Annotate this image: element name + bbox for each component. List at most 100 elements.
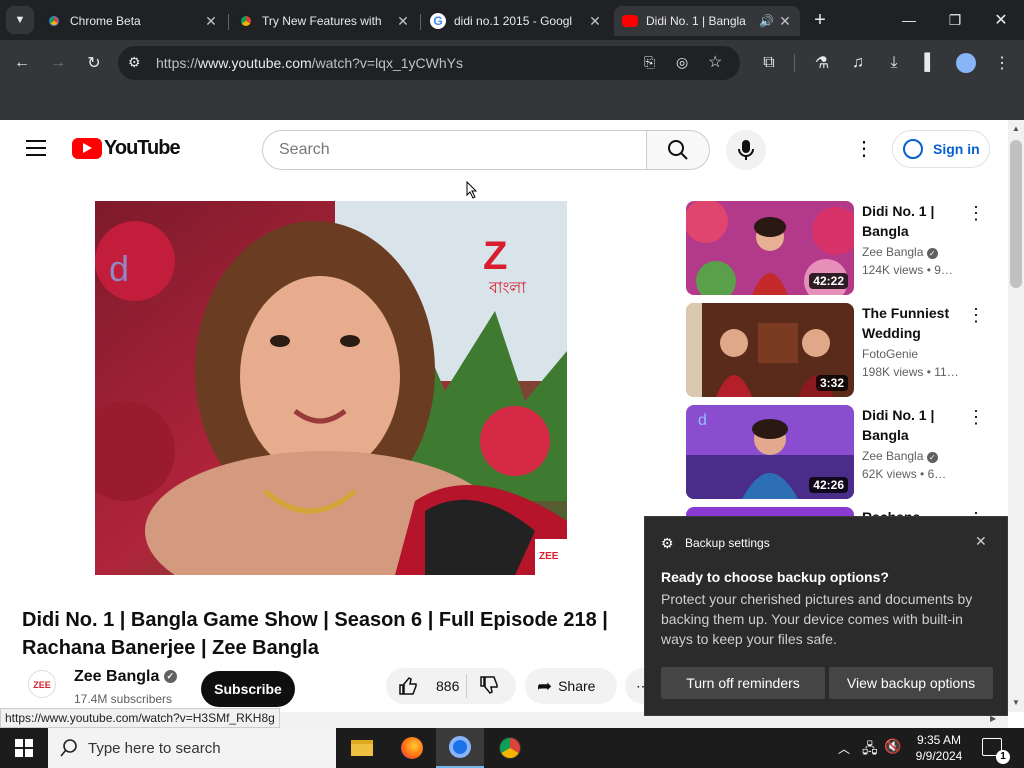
chrome-beta-taskbar-button[interactable] — [436, 728, 484, 768]
tab-title: Chrome Beta — [70, 14, 141, 28]
speaker-icon[interactable]: 🔊 — [759, 14, 774, 28]
kebab-menu-icon[interactable]: ⋮ — [966, 203, 986, 227]
sign-in-button[interactable]: Sign in — [892, 130, 990, 168]
toast-close-button[interactable]: ✕ — [975, 533, 987, 550]
recommendation-title[interactable]: The Funniest Wedding Trail… — [862, 303, 962, 343]
browser-menu-button[interactable]: ⋮ — [988, 49, 1016, 77]
dislike-button[interactable] — [467, 675, 499, 698]
minimize-button[interactable]: — — [886, 0, 932, 40]
search-icon — [60, 739, 77, 757]
firefox-button[interactable] — [388, 728, 436, 768]
site-info-icon[interactable]: ⚙ — [128, 54, 141, 71]
close-icon[interactable]: ✕ — [588, 13, 602, 30]
firefox-icon — [401, 737, 423, 759]
view-backup-options-button[interactable]: View backup options — [829, 667, 993, 699]
media-controls-button[interactable]: ♫ — [844, 49, 872, 77]
settings-kebab-button[interactable]: ⋮ — [852, 136, 876, 160]
chrome-icon — [46, 13, 62, 29]
subscribe-button[interactable]: Subscribe — [201, 671, 295, 707]
extensions-button[interactable]: ⧉ — [755, 49, 783, 77]
download-icon: ⤓ — [890, 54, 898, 71]
side-panel-button[interactable]: ▌ — [916, 49, 944, 77]
kebab-menu-icon[interactable]: ⋮ — [966, 305, 986, 329]
folder-icon — [351, 740, 373, 756]
windows-logo-icon — [15, 739, 33, 757]
browser-tab-active[interactable]: Didi No. 1 | Bangla 🔊 ✕ — [614, 6, 800, 36]
youtube-logo[interactable]: YouTube — [72, 137, 181, 160]
toast-app-name: Backup settings — [685, 536, 770, 550]
share-button[interactable]: ➦ Share — [525, 668, 617, 704]
view-count: 198K views — [862, 365, 924, 379]
close-icon[interactable]: ✕ — [204, 13, 218, 30]
recommendation-title[interactable]: Didi No. 1 | Bangla Game… — [862, 405, 962, 445]
google-icon: G — [430, 13, 446, 29]
new-tab-button[interactable]: + — [806, 6, 834, 34]
browser-tab[interactable]: Chrome Beta ✕ — [38, 6, 226, 36]
chrome-beta-icon — [449, 736, 471, 758]
eye-off-icon[interactable]: ◎ — [676, 54, 688, 71]
video-player[interactable]: Z বাংলা d ZEE — [95, 201, 567, 575]
volume-muted-icon[interactable]: 🔇 — [884, 738, 901, 755]
restore-button[interactable]: ❐ — [932, 0, 978, 40]
forward-button[interactable]: → — [44, 49, 72, 77]
channel-name[interactable]: Zee Bangla ✓ — [74, 668, 177, 686]
scroll-up-icon[interactable]: ▲ — [1012, 124, 1020, 133]
close-icon[interactable]: ✕ — [396, 13, 410, 30]
browser-tab[interactable]: G didi no.1 2015 - Googl ✕ — [422, 6, 610, 36]
install-app-icon[interactable]: ⎘ — [644, 54, 655, 71]
back-button[interactable]: ← — [8, 49, 36, 77]
recommendation-thumbnail[interactable]: 3:32 — [686, 303, 854, 397]
chevron-up-icon[interactable]: ︿ — [838, 740, 850, 757]
verified-badge-icon: ✓ — [163, 670, 177, 684]
like-dislike-group: 886 — [386, 668, 516, 704]
gear-icon: ⚙ — [661, 535, 674, 551]
duration-badge: 3:32 — [815, 375, 848, 391]
address-bar[interactable]: ⚙ https://www.youtube.com/watch?v=lqx_1y… — [118, 46, 740, 80]
channel-avatar[interactable]: ZEE — [28, 670, 56, 698]
like-button[interactable]: 886 — [386, 676, 466, 696]
tab-search-button[interactable]: ▼ — [6, 6, 34, 34]
video-title: Didi No. 1 | Bangla Game Show | Season 6… — [22, 609, 608, 659]
corner-channel-badge: ZEE — [539, 551, 559, 562]
browser-tab[interactable]: Try New Features with ✕ — [230, 6, 418, 36]
search-input[interactable]: Search — [262, 130, 648, 170]
profile-button[interactable] — [952, 49, 980, 77]
recommendation-thumbnail[interactable]: d 42:26 — [686, 405, 854, 499]
downloads-button[interactable]: ⤓ — [880, 49, 908, 77]
file-explorer-button[interactable] — [338, 728, 386, 768]
recommendation-title[interactable]: Didi No. 1 | Bangla Game… — [862, 201, 962, 241]
mouse-cursor-icon — [466, 181, 478, 199]
svg-text:d: d — [698, 412, 707, 429]
hamburger-menu-icon[interactable] — [26, 140, 46, 156]
taskbar-clock[interactable]: 9:35 AM 9/9/2024 — [908, 732, 970, 764]
labs-button[interactable]: ⚗ — [808, 49, 836, 77]
taskbar-search-box[interactable]: Type here to search — [48, 728, 336, 768]
kebab-menu-icon[interactable]: ⋮ — [966, 407, 986, 431]
duration-badge: 42:26 — [809, 477, 848, 493]
recommendation-item[interactable]: 3:32 The Funniest Wedding Trail… FotoGen… — [686, 303, 986, 399]
close-window-button[interactable]: ✕ — [978, 0, 1024, 40]
search-button[interactable] — [646, 130, 710, 170]
recommendation-item[interactable]: 42:22 Didi No. 1 | Bangla Game… Zee Bang… — [686, 201, 986, 297]
recommendation-thumbnail[interactable]: 42:22 — [686, 201, 854, 295]
browser-tab-strip: ▼ Chrome Beta ✕ Try New Features with ✕ … — [0, 0, 1024, 40]
voice-search-button[interactable] — [726, 130, 766, 170]
recommendation-channel[interactable]: FotoGenie — [862, 347, 918, 361]
recommendation-channel[interactable]: Zee Bangla ✓ — [862, 245, 938, 259]
recommendation-channel[interactable]: Zee Bangla ✓ — [862, 449, 938, 463]
upload-age: • 11… — [926, 365, 959, 379]
recommendation-item[interactable]: d 42:26 Didi No. 1 | Bangla Game… Zee Ba… — [686, 405, 986, 501]
recommendation-meta: 62K views • 6… — [862, 467, 962, 481]
turn-off-reminders-button[interactable]: Turn off reminders — [661, 667, 825, 699]
flask-icon: ⚗ — [814, 55, 830, 72]
start-button[interactable] — [0, 728, 48, 768]
reload-button[interactable]: ↻ — [80, 49, 108, 77]
scrollbar-thumb[interactable] — [1010, 140, 1022, 288]
url-scheme: https:// — [156, 55, 199, 71]
close-icon[interactable]: ✕ — [778, 13, 792, 30]
chrome-taskbar-button[interactable] — [486, 728, 534, 768]
bookmark-star-icon[interactable]: ☆ — [708, 52, 722, 72]
scroll-down-icon[interactable]: ▼ — [1012, 698, 1020, 707]
network-icon[interactable]: 🖧 — [862, 738, 878, 762]
chevron-down-icon: ▼ — [14, 14, 26, 26]
